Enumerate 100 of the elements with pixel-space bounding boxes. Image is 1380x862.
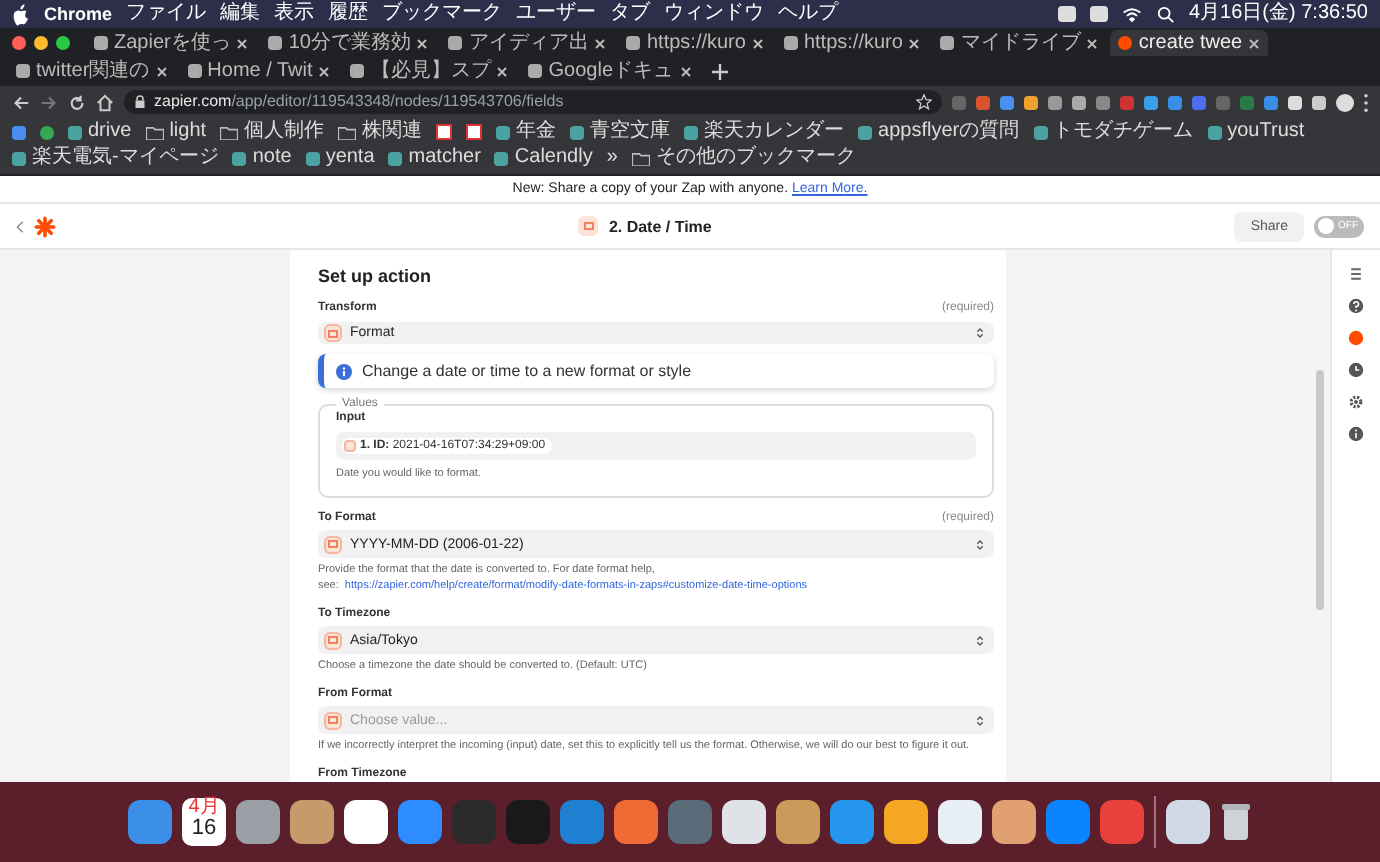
up-down-arrow-icon xyxy=(976,633,984,647)
bookmark-folder[interactable]: light xyxy=(145,120,207,144)
zoom-window-button[interactable] xyxy=(56,36,70,50)
app-tile-icon xyxy=(324,324,342,342)
favicon-icon xyxy=(68,125,82,139)
status-dot-icon[interactable] xyxy=(1348,330,1364,346)
up-down-arrow-icon xyxy=(976,326,984,340)
bookmark-link[interactable]: 楽天カレンダー xyxy=(684,120,845,144)
bookmark-link[interactable]: 年金 xyxy=(496,120,557,144)
apps-grid-icon[interactable] xyxy=(12,125,26,139)
browser-tab[interactable]: マイドライブ xyxy=(932,30,1107,56)
bookmark-folder[interactable]: 個人制作 xyxy=(220,120,325,144)
more-bookmarks-button[interactable]: » xyxy=(606,146,618,170)
menu-item[interactable]: 表示 xyxy=(274,2,315,26)
scrollbar-thumb[interactable] xyxy=(1316,370,1324,610)
folder-icon xyxy=(220,125,239,139)
browser-tab[interactable]: https://kuro xyxy=(618,30,772,56)
bookmark-link[interactable]: appsflyerの質問 xyxy=(858,120,1020,144)
avatar-icon[interactable] xyxy=(1336,93,1354,111)
calendar-app-icon[interactable]: 4月 16 xyxy=(182,798,226,846)
close-icon[interactable] xyxy=(751,37,764,49)
bookmark-link[interactable]: 青空文庫 xyxy=(570,120,671,144)
bookmark-link[interactable]: drive xyxy=(68,120,132,144)
folder-icon xyxy=(338,125,357,139)
menu-item[interactable]: ウィンドウ xyxy=(664,2,765,26)
map-pin-icon[interactable] xyxy=(40,125,54,139)
favicon-icon xyxy=(783,36,798,50)
favicon-icon xyxy=(1207,125,1222,139)
browser-tab[interactable]: 【必見】スプ xyxy=(342,58,517,84)
bookmark-folder[interactable]: 株関連 xyxy=(338,120,423,144)
back-arrow-icon[interactable] xyxy=(12,93,30,111)
browser-tab[interactable]: https://kuro xyxy=(775,30,929,56)
back-chevron-icon[interactable] xyxy=(16,219,24,233)
apple-icon[interactable] xyxy=(12,3,30,25)
bookmark-link[interactable]: youTrust xyxy=(1207,120,1305,144)
favicon-icon xyxy=(305,151,320,165)
address-field[interactable]: zapier.com/app/editor/119543348/nodes/119543706/fields xyxy=(124,90,942,114)
close-icon[interactable] xyxy=(1086,37,1099,49)
close-icon[interactable] xyxy=(908,37,921,49)
menu-item[interactable]: 履歴 xyxy=(328,2,369,26)
other-bookmarks-folder[interactable]: その他のブックマーク xyxy=(631,146,856,170)
close-icon[interactable] xyxy=(1248,37,1261,49)
favicon-icon xyxy=(448,36,463,50)
close-icon[interactable] xyxy=(594,37,607,49)
bookmark-link[interactable]: トモダチゲーム xyxy=(1033,120,1194,144)
close-icon[interactable] xyxy=(318,65,331,77)
info-icon xyxy=(336,363,352,379)
favicon-icon xyxy=(570,125,585,139)
help-icon[interactable] xyxy=(1348,298,1364,314)
app-icon[interactable] xyxy=(938,800,982,844)
search-icon[interactable] xyxy=(1155,5,1175,23)
list-icon[interactable] xyxy=(1348,266,1364,282)
app-icon[interactable] xyxy=(344,800,388,844)
favicon-icon xyxy=(626,36,641,50)
bookmark-link[interactable]: yenta xyxy=(305,146,375,170)
reload-icon[interactable] xyxy=(68,93,86,111)
browser-tab[interactable]: Googleドキュ xyxy=(520,58,700,84)
bookmark-link[interactable]: 楽天電気-マイページ xyxy=(12,146,219,170)
home-icon[interactable] xyxy=(96,93,114,111)
browser-tab[interactable]: Zapierを使っ xyxy=(86,30,257,56)
minimize-window-button[interactable] xyxy=(34,36,48,50)
app-icon[interactable] xyxy=(776,800,820,844)
bookmark-link[interactable]: note xyxy=(232,146,292,170)
browser-tab[interactable]: twitter関連の xyxy=(8,58,176,84)
close-icon[interactable] xyxy=(155,65,168,77)
browser-tab[interactable]: 10分で業務効 xyxy=(260,30,437,56)
settings-icon[interactable] xyxy=(1348,394,1364,410)
menu-app-name[interactable]: Chrome xyxy=(44,2,113,26)
star-icon[interactable] xyxy=(916,94,932,110)
menu-item[interactable]: ヘルプ xyxy=(778,2,839,26)
lock-icon[interactable] xyxy=(134,94,146,110)
close-icon[interactable] xyxy=(236,37,249,49)
clock-icon[interactable] xyxy=(1348,362,1364,378)
close-icon[interactable] xyxy=(416,37,429,49)
menu-item[interactable]: 編集 xyxy=(220,2,261,26)
app-icon[interactable] xyxy=(992,800,1036,844)
menu-item[interactable]: ブックマーク xyxy=(382,2,503,26)
close-icon[interactable] xyxy=(496,65,509,77)
browser-tab[interactable]: アイディア出 xyxy=(440,30,615,56)
app-tile-icon xyxy=(324,631,342,649)
info-icon[interactable] xyxy=(1348,426,1364,442)
menu-item[interactable]: ファイル xyxy=(126,2,207,26)
wifi-icon[interactable] xyxy=(1121,5,1141,23)
menu-clock[interactable]: 4月16日(金) 7:36:50 xyxy=(1189,2,1368,26)
close-window-button[interactable] xyxy=(12,36,26,50)
bookmark-link[interactable]: matcher xyxy=(388,146,481,170)
favicon-icon xyxy=(858,125,873,139)
trash-icon[interactable] xyxy=(1220,802,1252,842)
bookmark-link[interactable]: Calendly xyxy=(494,146,593,170)
forward-arrow-icon[interactable] xyxy=(40,93,58,111)
folder-app-icon[interactable] xyxy=(1166,800,1210,844)
app-icon[interactable] xyxy=(722,800,766,844)
menu-item[interactable]: タブ xyxy=(610,2,651,26)
menu-item[interactable]: ユーザー xyxy=(516,2,597,26)
new-tab-icon[interactable] xyxy=(711,63,728,79)
close-icon[interactable] xyxy=(679,65,692,77)
browser-tab[interactable]: Home / Twit xyxy=(179,58,339,84)
asterisk-logo-icon[interactable] xyxy=(34,215,56,237)
app-icon[interactable] xyxy=(884,800,928,844)
browser-tab[interactable]: create twee xyxy=(1110,30,1269,56)
